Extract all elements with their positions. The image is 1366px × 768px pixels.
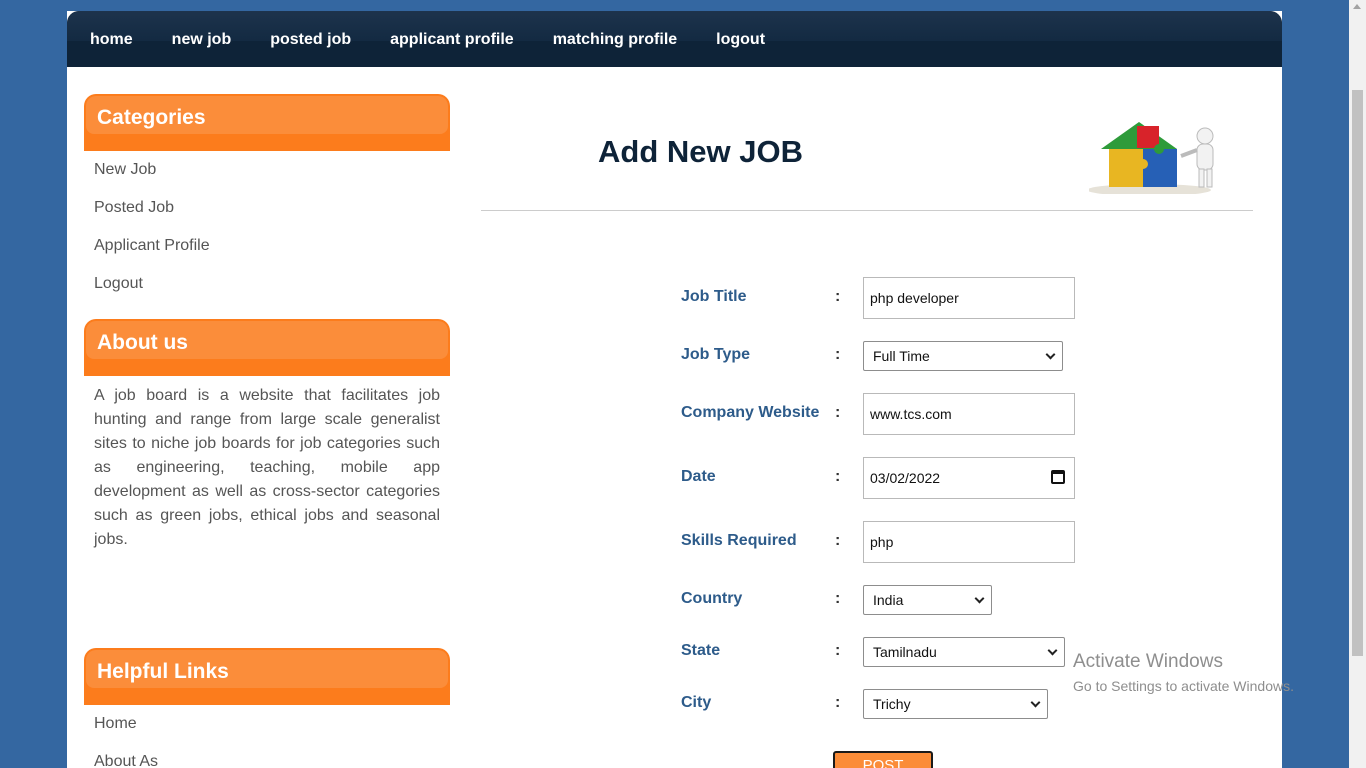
state-value: Tamilnadu — [873, 644, 937, 660]
helpful-links-header: Helpful Links — [84, 648, 450, 705]
colon: : — [835, 642, 841, 659]
title-divider — [481, 210, 1253, 211]
job-title-input[interactable]: php developer — [863, 277, 1075, 319]
job-type-select[interactable]: Full Time — [863, 341, 1063, 371]
country-select[interactable]: India — [863, 585, 992, 615]
city-label: City — [681, 694, 712, 711]
activate-windows-watermark: Activate Windows Go to Settings to activ… — [1073, 651, 1294, 694]
categories-title: Categories — [97, 106, 206, 129]
nav-applicant-profile[interactable]: applicant profile — [390, 31, 514, 49]
colon: : — [835, 694, 841, 711]
job-type-value: Full Time — [873, 348, 930, 364]
sidebar-item-new-job[interactable]: New Job — [84, 151, 450, 189]
chevron-down-icon — [1047, 645, 1058, 656]
chevron-down-icon — [1045, 349, 1056, 360]
colon: : — [835, 288, 841, 305]
sidebar-item-applicant-profile[interactable]: Applicant Profile — [84, 227, 450, 265]
about-text: A job board is a website that facilitate… — [94, 387, 440, 548]
sidebar-item-posted-job[interactable]: Posted Job — [84, 189, 450, 227]
country-label: Country — [681, 590, 743, 607]
colon: : — [835, 346, 841, 363]
about-title: About us — [97, 331, 188, 354]
date-value: 03/02/2022 — [870, 470, 941, 486]
top-navbar: home new job posted job applicant profil… — [67, 11, 1282, 67]
job-type-label: Job Type — [681, 346, 751, 363]
helpful-link-about[interactable]: About As — [84, 743, 450, 768]
post-button[interactable]: POST — [833, 751, 933, 768]
state-label: State — [681, 642, 721, 659]
about-header: About us — [84, 319, 450, 376]
chevron-down-icon — [1030, 697, 1041, 708]
calendar-icon[interactable] — [1051, 470, 1065, 484]
scrollbar-thumb[interactable] — [1352, 90, 1363, 656]
skills-input[interactable]: php — [863, 521, 1075, 563]
scroll-up-arrow-icon[interactable] — [1353, 4, 1361, 9]
categories-header: Categories — [84, 94, 450, 151]
state-select[interactable]: Tamilnadu — [863, 637, 1065, 667]
page-scrollbar[interactable] — [1349, 0, 1366, 768]
company-website-input[interactable]: www.tcs.com — [863, 393, 1075, 435]
nav-home[interactable]: home — [90, 31, 133, 49]
company-website-label: Company Website — [681, 404, 820, 421]
colon: : — [835, 532, 841, 549]
city-value: Trichy — [873, 696, 911, 712]
puzzle-house-icon — [1089, 122, 1214, 194]
nav-posted-job[interactable]: posted job — [270, 31, 351, 49]
job-title-label: Job Title — [681, 288, 747, 305]
helpful-link-home[interactable]: Home — [84, 705, 450, 743]
nav-matching-profile[interactable]: matching profile — [553, 31, 677, 49]
helpful-links-list: Home About As — [84, 705, 450, 768]
date-input[interactable]: 03/02/2022 — [863, 457, 1075, 499]
watermark-line1: Activate Windows — [1073, 651, 1223, 672]
skills-label: Skills Required — [681, 532, 797, 549]
categories-list: New Job Posted Job Applicant Profile Log… — [84, 151, 450, 303]
colon: : — [835, 468, 841, 485]
colon: : — [835, 590, 841, 607]
page-title: Add New JOB — [598, 134, 803, 169]
date-label: Date — [681, 468, 716, 485]
nav-logout[interactable]: logout — [716, 31, 765, 49]
city-select[interactable]: Trichy — [863, 689, 1048, 719]
colon: : — [835, 404, 841, 421]
watermark-line2: Go to Settings to activate Windows. — [1073, 678, 1294, 694]
country-value: India — [873, 592, 904, 608]
helpful-links-title: Helpful Links — [97, 660, 229, 683]
chevron-down-icon — [974, 593, 985, 604]
sidebar-item-logout[interactable]: Logout — [84, 265, 450, 303]
sidebar: Categories New Job Posted Job Applicant … — [84, 94, 450, 768]
nav-new-job[interactable]: new job — [172, 31, 232, 49]
